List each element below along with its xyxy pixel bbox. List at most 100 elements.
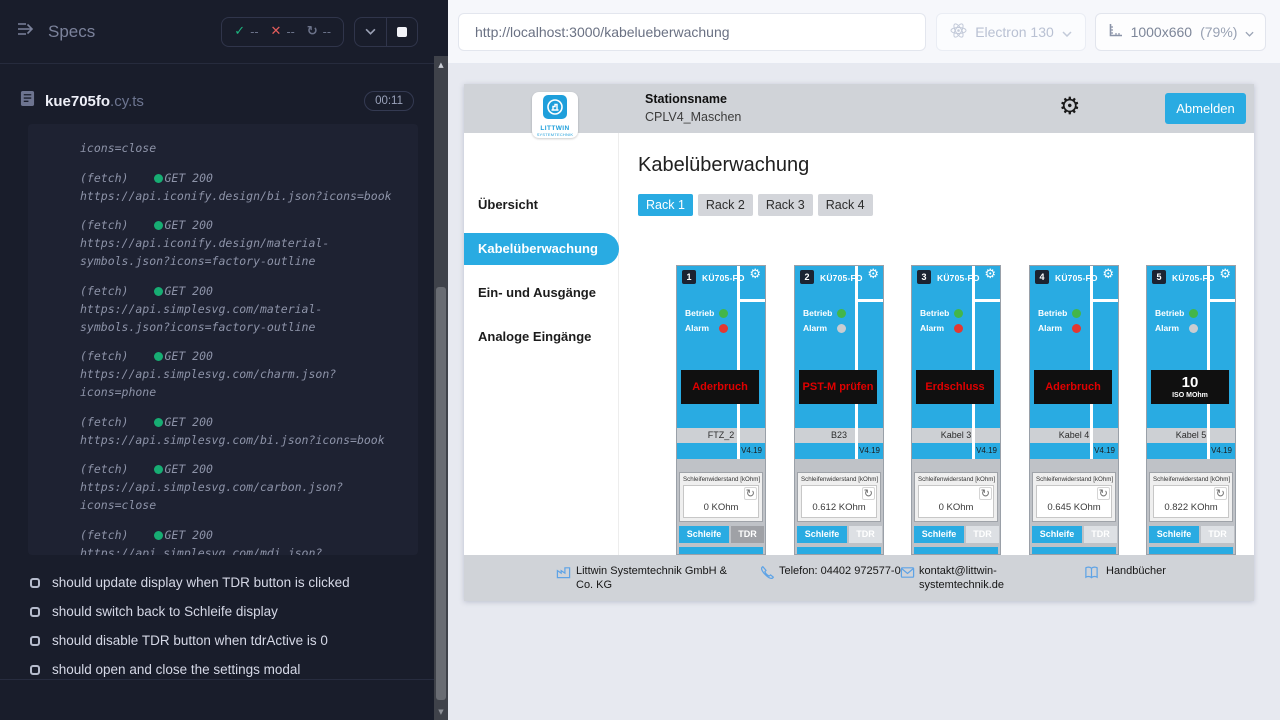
- success-dot-icon: [154, 531, 163, 540]
- app-viewport: Stationsname CPLV4_Maschen ⚙ Abmelden LI…: [464, 84, 1254, 601]
- chevron-down-icon[interactable]: [355, 18, 386, 46]
- alarm-led-icon: [1072, 324, 1081, 333]
- schleife-button[interactable]: Schleife: [797, 526, 847, 543]
- alarm-label: Alarm: [920, 323, 952, 333]
- request-url: https://api.iconify.design/bi.json?icons…: [80, 188, 404, 206]
- stop-button[interactable]: [386, 18, 417, 46]
- resistance-value: 0.645 KOhm: [1037, 502, 1111, 513]
- viewport-zoom: (79%): [1200, 24, 1237, 40]
- test-state-icon: [30, 607, 40, 617]
- module-settings-icon[interactable]: ⚙: [984, 267, 996, 282]
- check-icon: ✓: [234, 24, 245, 39]
- spec-row[interactable]: kue705fo.cy.ts 00:11: [0, 80, 434, 122]
- sidebar-item[interactable]: Kabelüberwachung: [464, 233, 619, 265]
- alarm-status: Alarm: [1155, 323, 1198, 333]
- scroll-up-icon[interactable]: ▲: [434, 61, 448, 69]
- station-label: Stationsname: [645, 92, 727, 106]
- lcd-display: Erdschluss: [916, 370, 994, 404]
- betrieb-label: Betrieb: [1155, 308, 1187, 318]
- viewport-select[interactable]: 1000x660 (79%): [1095, 13, 1266, 51]
- test-item[interactable]: should update display when TDR button is…: [0, 568, 420, 597]
- module-model-label: KÜ705-FO: [702, 273, 745, 283]
- sidebar-item[interactable]: Übersicht: [464, 189, 538, 221]
- card-bottom-button[interactable]: [1032, 547, 1116, 555]
- device-card-slot-5: 5KÜ705-FO⚙BetriebAlarm10ISO MOhmKabel 5V…: [1146, 265, 1236, 555]
- command-log: icons=close(fetch)GET 200https://api.ico…: [28, 124, 418, 555]
- schleife-button[interactable]: Schleife: [679, 526, 729, 543]
- phone-icon: [760, 565, 775, 580]
- tdr-button[interactable]: TDR: [966, 526, 999, 543]
- tdr-button[interactable]: TDR: [849, 526, 882, 543]
- alarm-status: Alarm: [1038, 323, 1081, 333]
- cypress-runner-panel: Specs ✓--✕--↻-- kue705fo.cy.ts 00:11 ico…: [0, 0, 434, 720]
- refresh-icon[interactable]: ↻: [1214, 487, 1227, 500]
- book-icon: [1084, 565, 1099, 580]
- refresh-icon[interactable]: ↻: [862, 487, 875, 500]
- tdr-button[interactable]: TDR: [1201, 526, 1234, 543]
- runner-controls: [354, 17, 418, 47]
- test-item[interactable]: should switch back to Schleife display: [0, 597, 420, 626]
- footer-text[interactable]: Handbücher: [1106, 564, 1226, 578]
- resistance-panel: Schleifenwiderstand [kOhm] ↻ 0.645 KOhm: [1032, 472, 1116, 522]
- betrieb-led-icon: [954, 309, 963, 318]
- module-model-label: KÜ705-FO: [1055, 273, 1098, 283]
- alarm-led-icon: [837, 324, 846, 333]
- rack-tab[interactable]: Rack 1: [638, 194, 693, 216]
- test-item[interactable]: should disable TDR button when tdrActive…: [0, 626, 420, 655]
- refresh-icon[interactable]: ↻: [979, 487, 992, 500]
- schleife-button[interactable]: Schleife: [1032, 526, 1082, 543]
- scroll-down-icon[interactable]: ▼: [434, 708, 448, 716]
- resistance-value: 0.612 KOhm: [802, 502, 876, 513]
- alarm-led-icon: [954, 324, 963, 333]
- success-dot-icon: [154, 465, 163, 474]
- network-log-entry: (fetch)GET 200https://api.iconify.design…: [80, 170, 404, 206]
- resistance-panel: Schleifenwiderstand [kOhm]↻0.822 KOhm: [1149, 472, 1233, 522]
- scrollbar-thumb[interactable]: [436, 287, 446, 700]
- tdr-button[interactable]: TDR: [1084, 526, 1117, 543]
- log-request-line: (fetch)GET 200: [80, 527, 404, 545]
- tdr-button[interactable]: TDR: [731, 526, 764, 543]
- request-url: https://api.simplesvg.com/material-symbo…: [80, 301, 404, 337]
- success-dot-icon: [154, 174, 163, 183]
- test-state-icon: [30, 578, 40, 588]
- email-icon: [900, 565, 915, 580]
- browser-select[interactable]: Electron 130: [936, 13, 1086, 51]
- specs-list-toggle-icon[interactable]: [16, 21, 36, 42]
- module-settings-icon[interactable]: ⚙: [749, 267, 761, 282]
- card-bottom-button[interactable]: [797, 547, 881, 555]
- gear-icon[interactable]: ⚙: [1059, 92, 1081, 121]
- url-input[interactable]: [458, 13, 926, 51]
- spec-extension: .cy.ts: [110, 93, 144, 110]
- module-divider-line: [972, 266, 975, 459]
- rack-tab[interactable]: Rack 3: [758, 194, 813, 216]
- network-log-entry: (fetch)GET 200https://api.iconify.design…: [80, 217, 404, 270]
- resistance-panel-label: Schleifenwiderstand [kOhm]: [1036, 476, 1117, 483]
- network-log-entry: (fetch)GET 200https://api.simplesvg.com/…: [80, 414, 404, 450]
- rack-tab[interactable]: Rack 4: [818, 194, 873, 216]
- refresh-icon[interactable]: ↻: [744, 487, 757, 500]
- stat: ✕--: [271, 24, 295, 39]
- firmware-version: V4.19: [859, 443, 880, 459]
- display-unit: ISO MOhm: [1172, 392, 1208, 399]
- module-settings-icon[interactable]: ⚙: [1219, 267, 1231, 282]
- status-label: GET 200: [164, 218, 212, 232]
- logout-button[interactable]: Abmelden: [1165, 93, 1246, 124]
- resistance-display: ↻0 KOhm: [918, 485, 994, 518]
- schleife-button[interactable]: Schleife: [1149, 526, 1199, 543]
- refresh-icon[interactable]: ↻: [1097, 487, 1110, 500]
- module-settings-icon[interactable]: ⚙: [1102, 267, 1114, 282]
- card-bottom-button[interactable]: [679, 547, 763, 555]
- resistance-panel: Schleifenwiderstand [kOhm]↻0 KOhm: [679, 472, 763, 522]
- station-name: CPLV4_Maschen: [645, 110, 741, 124]
- request-url: https://api.iconify.design/material-symb…: [80, 235, 404, 271]
- card-bottom-button[interactable]: [1149, 547, 1233, 555]
- alarm-label: Alarm: [803, 323, 835, 333]
- chevron-down-icon: [1245, 24, 1254, 40]
- rack-tab[interactable]: Rack 2: [698, 194, 753, 216]
- schleife-button[interactable]: Schleife: [914, 526, 964, 543]
- test-title: should disable TDR button when tdrActive…: [52, 633, 328, 648]
- module-settings-icon[interactable]: ⚙: [867, 267, 879, 282]
- card-bottom-button[interactable]: [914, 547, 998, 555]
- cable-name-label: Kabel 4: [1030, 428, 1118, 443]
- resistance-value: 0.822 KOhm: [1154, 502, 1228, 513]
